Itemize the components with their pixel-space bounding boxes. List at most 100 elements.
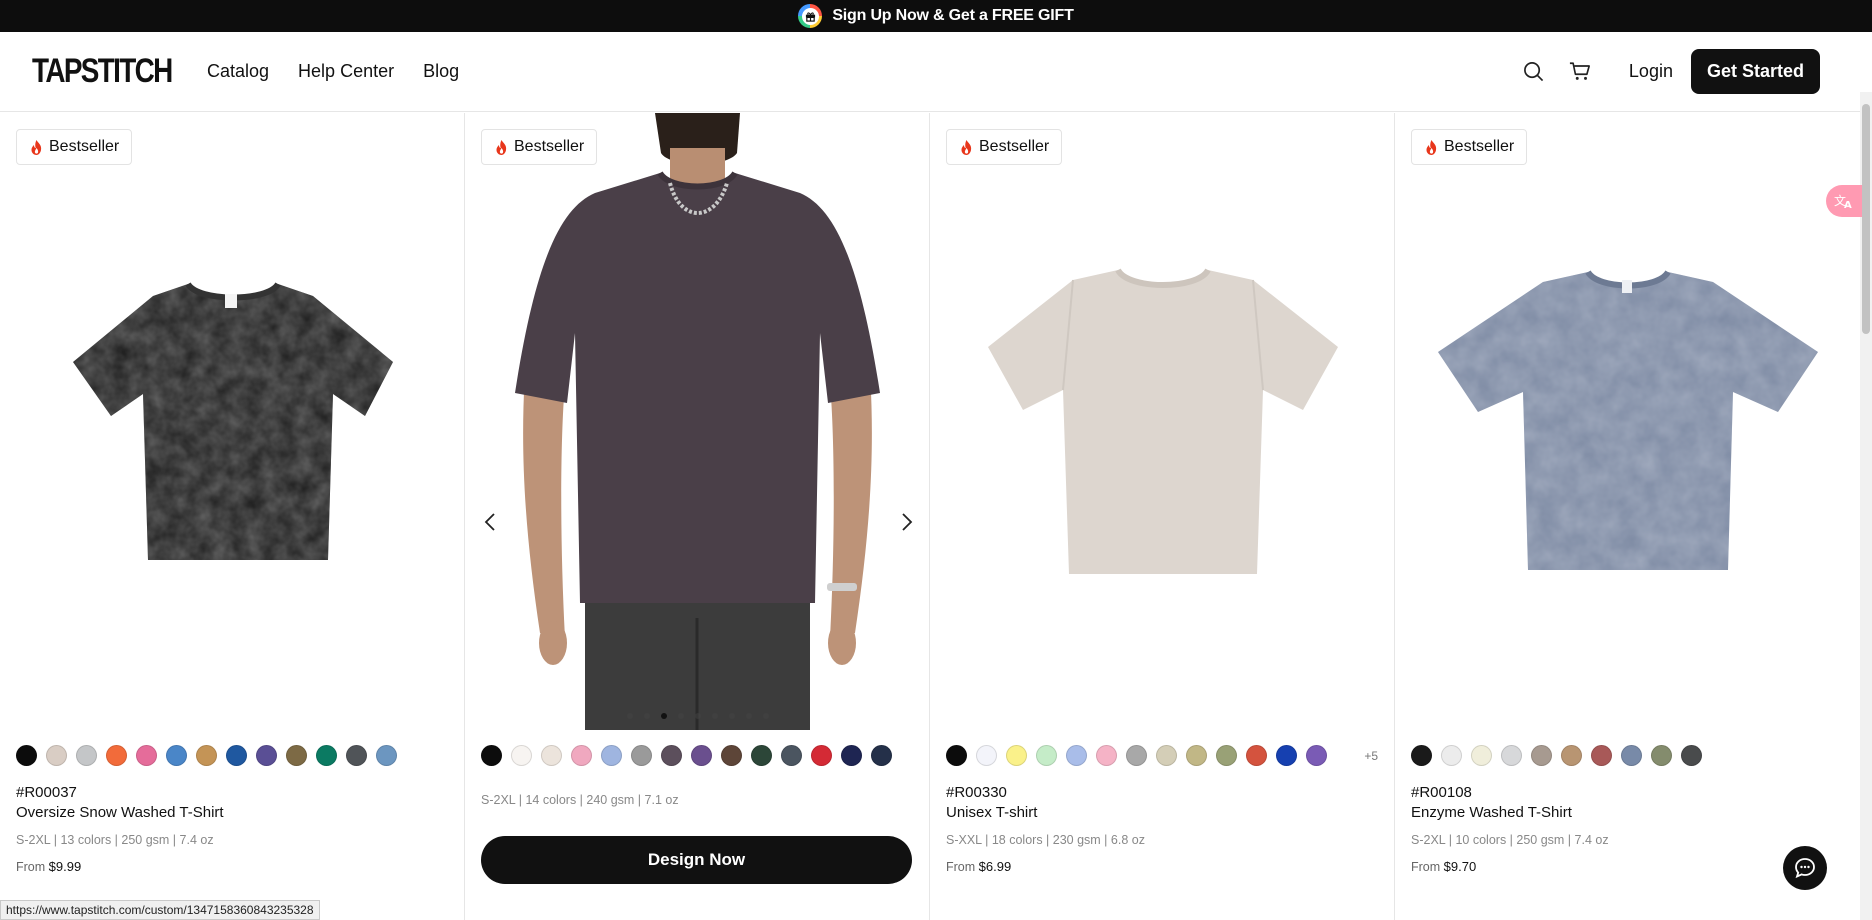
tapstitch-logo[interactable]: TAPSTITCH bbox=[32, 52, 180, 91]
carousel-dot[interactable] bbox=[660, 713, 667, 719]
color-swatches bbox=[481, 745, 892, 766]
color-swatch[interactable] bbox=[691, 745, 712, 766]
color-swatch[interactable] bbox=[1411, 745, 1432, 766]
color-swatch[interactable] bbox=[751, 745, 772, 766]
cart-icon[interactable] bbox=[1569, 61, 1591, 83]
nav-link-help-center[interactable]: Help Center bbox=[298, 61, 394, 82]
color-swatch[interactable] bbox=[481, 745, 502, 766]
color-swatch[interactable] bbox=[346, 745, 367, 766]
carousel-dots bbox=[465, 713, 930, 719]
product-image[interactable] bbox=[1395, 113, 1860, 730]
product-sku: #R00037 bbox=[16, 784, 77, 801]
color-swatch[interactable] bbox=[256, 745, 277, 766]
product-grid: Bestseller #R00037 Oversize Snow Washed … bbox=[0, 113, 1860, 920]
carousel-dot[interactable] bbox=[677, 713, 684, 719]
product-image[interactable] bbox=[0, 113, 465, 730]
promo-banner[interactable]: Sign Up Now & Get a FREE GIFT bbox=[0, 0, 1872, 32]
color-swatch[interactable] bbox=[571, 745, 592, 766]
color-swatch[interactable] bbox=[511, 745, 532, 766]
product-card[interactable]: Bestseller #R00108 Enzyme Washed T-Shirt… bbox=[1395, 113, 1860, 920]
color-swatch[interactable] bbox=[136, 745, 157, 766]
badge-label: Bestseller bbox=[514, 138, 585, 155]
color-swatch[interactable] bbox=[1441, 745, 1462, 766]
color-swatch[interactable] bbox=[196, 745, 217, 766]
search-icon[interactable] bbox=[1523, 61, 1545, 83]
color-swatch[interactable] bbox=[316, 745, 337, 766]
carousel-dot[interactable] bbox=[626, 713, 633, 719]
color-swatch[interactable] bbox=[1156, 745, 1177, 766]
color-swatches bbox=[16, 745, 397, 766]
color-swatch[interactable] bbox=[166, 745, 187, 766]
product-sku: #R00108 bbox=[1411, 784, 1472, 801]
chevron-right-icon[interactable] bbox=[895, 511, 917, 533]
carousel-dot[interactable] bbox=[711, 713, 718, 719]
color-swatch[interactable] bbox=[1246, 745, 1267, 766]
color-swatch[interactable] bbox=[781, 745, 802, 766]
fire-icon bbox=[1426, 139, 1437, 155]
color-swatch[interactable] bbox=[376, 745, 397, 766]
color-swatch[interactable] bbox=[1651, 745, 1672, 766]
more-colors-count[interactable]: +5 bbox=[1364, 749, 1378, 763]
carousel-dot[interactable] bbox=[745, 713, 752, 719]
color-swatch[interactable] bbox=[226, 745, 247, 766]
promo-text: Sign Up Now & Get a FREE GIFT bbox=[832, 7, 1074, 24]
product-card[interactable]: Bestseller S-2XL | 14 colors | 240 gsm |… bbox=[465, 113, 930, 920]
carousel-dot[interactable] bbox=[694, 713, 701, 719]
color-swatch[interactable] bbox=[1591, 745, 1612, 766]
color-swatch[interactable] bbox=[1531, 745, 1552, 766]
color-swatch[interactable] bbox=[286, 745, 307, 766]
carousel-dot[interactable] bbox=[762, 713, 769, 719]
color-swatch[interactable] bbox=[1501, 745, 1522, 766]
color-swatch[interactable] bbox=[1681, 745, 1702, 766]
product-name[interactable]: Unisex T-shirt bbox=[946, 804, 1037, 821]
design-now-button[interactable]: Design Now bbox=[481, 836, 912, 884]
color-swatch[interactable] bbox=[1066, 745, 1087, 766]
color-swatch[interactable] bbox=[1006, 745, 1027, 766]
nav-link-catalog[interactable]: Catalog bbox=[207, 61, 269, 82]
color-swatch[interactable] bbox=[541, 745, 562, 766]
product-card[interactable]: Bestseller +5 #R00330 Unisex T-shirt S-X… bbox=[930, 113, 1395, 920]
color-swatch[interactable] bbox=[871, 745, 892, 766]
color-swatch[interactable] bbox=[661, 745, 682, 766]
bestseller-badge: Bestseller bbox=[16, 129, 133, 165]
color-swatch[interactable] bbox=[46, 745, 67, 766]
product-name[interactable]: Oversize Snow Washed T-Shirt bbox=[16, 804, 224, 821]
price-prefix: From bbox=[946, 860, 976, 874]
color-swatch[interactable] bbox=[631, 745, 652, 766]
color-swatch[interactable] bbox=[1621, 745, 1642, 766]
color-swatch[interactable] bbox=[601, 745, 622, 766]
color-swatch[interactable] bbox=[1561, 745, 1582, 766]
color-swatch[interactable] bbox=[1306, 745, 1327, 766]
chat-icon[interactable] bbox=[1783, 846, 1827, 890]
color-swatch[interactable] bbox=[721, 745, 742, 766]
color-swatch[interactable] bbox=[1471, 745, 1492, 766]
color-swatch[interactable] bbox=[811, 745, 832, 766]
carousel-dot[interactable] bbox=[643, 713, 650, 719]
price-value: $9.70 bbox=[1443, 859, 1477, 874]
color-swatch[interactable] bbox=[106, 745, 127, 766]
color-swatch[interactable] bbox=[1126, 745, 1147, 766]
carousel-dot[interactable] bbox=[728, 713, 735, 719]
color-swatches bbox=[1411, 745, 1702, 766]
product-card[interactable]: Bestseller #R00037 Oversize Snow Washed … bbox=[0, 113, 465, 920]
product-name[interactable]: Enzyme Washed T-Shirt bbox=[1411, 804, 1572, 821]
model-photo[interactable] bbox=[465, 113, 930, 730]
color-swatch[interactable] bbox=[946, 745, 967, 766]
color-swatch[interactable] bbox=[1096, 745, 1117, 766]
color-swatch[interactable] bbox=[16, 745, 37, 766]
get-started-button[interactable]: Get Started bbox=[1690, 49, 1820, 94]
color-swatch[interactable] bbox=[841, 745, 862, 766]
color-swatch[interactable] bbox=[1186, 745, 1207, 766]
fire-icon bbox=[31, 139, 42, 155]
color-swatch[interactable] bbox=[976, 745, 997, 766]
translate-icon[interactable]: 文A bbox=[1826, 185, 1862, 217]
login-link[interactable]: Login bbox=[1629, 61, 1673, 82]
chevron-left-icon[interactable] bbox=[480, 511, 502, 533]
color-swatch[interactable] bbox=[1216, 745, 1237, 766]
nav-link-blog[interactable]: Blog bbox=[423, 61, 459, 82]
color-swatch[interactable] bbox=[1276, 745, 1297, 766]
scrollbar-thumb[interactable] bbox=[1862, 104, 1870, 334]
product-image[interactable] bbox=[930, 113, 1395, 730]
color-swatch[interactable] bbox=[76, 745, 97, 766]
color-swatch[interactable] bbox=[1036, 745, 1057, 766]
